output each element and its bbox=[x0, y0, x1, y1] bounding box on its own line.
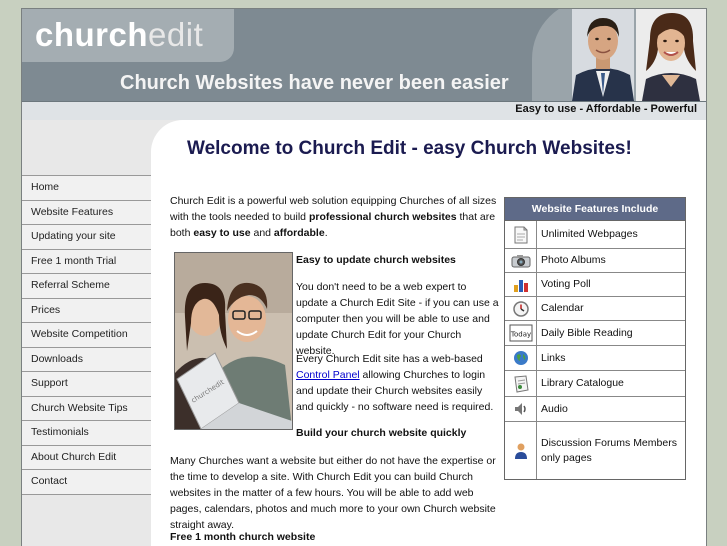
feature-row: Links bbox=[505, 346, 685, 371]
nav-item-support[interactable]: Support bbox=[22, 372, 151, 397]
feature-label: Library Catalogue bbox=[541, 377, 624, 389]
feature-label: Daily Bible Reading bbox=[541, 326, 633, 339]
free-month-heading: Free 1 month church website bbox=[170, 531, 316, 543]
header-banner: churchedit Church Websites have never be… bbox=[22, 9, 706, 101]
clock-icon bbox=[505, 297, 537, 320]
nav-item-contact[interactable]: Contact bbox=[22, 470, 151, 495]
page-frame: churchedit Church Websites have never be… bbox=[21, 8, 707, 546]
sidebar-nav: Home Website Features Updating your site… bbox=[22, 175, 151, 495]
header-tagline: Church Websites have never been easier bbox=[120, 72, 509, 94]
person-icon bbox=[505, 422, 537, 479]
speaker-icon bbox=[505, 397, 537, 421]
intro-text-3: and bbox=[250, 227, 274, 239]
today-icon-text: Today bbox=[509, 331, 530, 339]
nav-item-home[interactable]: Home bbox=[22, 176, 151, 201]
feature-row: Calendar bbox=[505, 297, 685, 321]
header-photo-woman bbox=[636, 9, 706, 101]
nav-item-church-website-tips[interactable]: Church Website Tips bbox=[22, 396, 151, 421]
globe-icon bbox=[505, 346, 537, 370]
nav-item-prices[interactable]: Prices bbox=[22, 298, 151, 323]
feature-row: Unlimited Webpages bbox=[505, 221, 685, 249]
feature-label: Links bbox=[541, 351, 566, 364]
features-table-heading: Website Features Include bbox=[505, 198, 685, 221]
nav-item-website-competition[interactable]: Website Competition bbox=[22, 323, 151, 348]
bar-chart-icon bbox=[505, 273, 537, 296]
intro-paragraph: Church Edit is a powerful web solution e… bbox=[170, 193, 500, 241]
catalogue-icon bbox=[505, 371, 537, 396]
header-subbar: Easy to use - Affordable - Powerful bbox=[22, 101, 706, 121]
control-panel-link[interactable]: Control Panel bbox=[296, 369, 360, 381]
easy-update-paragraph: You don't need to be a web expert to upd… bbox=[296, 281, 499, 357]
panel-text-1: Every Church Edit site has a web-based bbox=[296, 353, 483, 365]
feature-label: Photo Albums bbox=[541, 254, 606, 266]
easy-update-heading: Easy to update church websites bbox=[296, 254, 456, 266]
nav-item-downloads[interactable]: Downloads bbox=[22, 347, 151, 372]
today-icon: Today bbox=[505, 321, 537, 345]
feature-label: Unlimited Webpages bbox=[541, 228, 638, 240]
feature-row: Discussion Forums Members only pages bbox=[505, 422, 685, 479]
logo-main: church bbox=[35, 16, 149, 53]
feature-label: Discussion Forums Members only pages bbox=[541, 436, 677, 464]
intro-text-4: . bbox=[324, 227, 328, 239]
subbar-slogan: Easy to use - Affordable - Powerful bbox=[515, 103, 697, 115]
couple-laptop-photo: churchedit bbox=[174, 252, 293, 430]
nav-item-referral-scheme[interactable]: Referral Scheme bbox=[22, 274, 151, 299]
many-churches-paragraph: Many Churches want a website but either … bbox=[170, 455, 496, 531]
intro-bold-3: affordable bbox=[273, 227, 325, 239]
intro-bold-2: easy to use bbox=[193, 227, 251, 239]
feature-label: Audio bbox=[541, 402, 568, 415]
feature-row: Audio bbox=[505, 397, 685, 422]
features-table: Website Features Include Unlimited Webpa… bbox=[504, 197, 686, 480]
nav-item-testimonials[interactable]: Testimonials bbox=[22, 421, 151, 446]
intro-bold-1: professional church websites bbox=[308, 211, 457, 223]
feature-label: Voting Poll bbox=[541, 278, 591, 290]
nav-item-free-trial[interactable]: Free 1 month Trial bbox=[22, 249, 151, 274]
page-icon bbox=[505, 221, 537, 248]
page-title: Welcome to Church Edit - easy Church Web… bbox=[187, 138, 632, 159]
nav-item-website-features[interactable]: Website Features bbox=[22, 200, 151, 225]
logo-accent: edit bbox=[148, 16, 204, 53]
feature-row: Library Catalogue bbox=[505, 371, 685, 397]
logo-box: churchedit bbox=[22, 9, 234, 62]
feature-row: Voting Poll bbox=[505, 273, 685, 297]
control-panel-paragraph: Every Church Edit site has a web-based C… bbox=[296, 351, 501, 415]
feature-row: Today Daily Bible Reading bbox=[505, 321, 685, 346]
feature-row: Photo Albums bbox=[505, 249, 685, 273]
header-photo-man bbox=[572, 9, 634, 101]
site-logo[interactable]: churchedit bbox=[35, 15, 203, 55]
camera-icon bbox=[505, 249, 537, 272]
nav-item-updating-your-site[interactable]: Updating your site bbox=[22, 225, 151, 250]
build-quickly-heading: Build your church website quickly bbox=[296, 427, 467, 439]
nav-item-about-church-edit[interactable]: About Church Edit bbox=[22, 445, 151, 470]
feature-label: Calendar bbox=[541, 302, 584, 314]
